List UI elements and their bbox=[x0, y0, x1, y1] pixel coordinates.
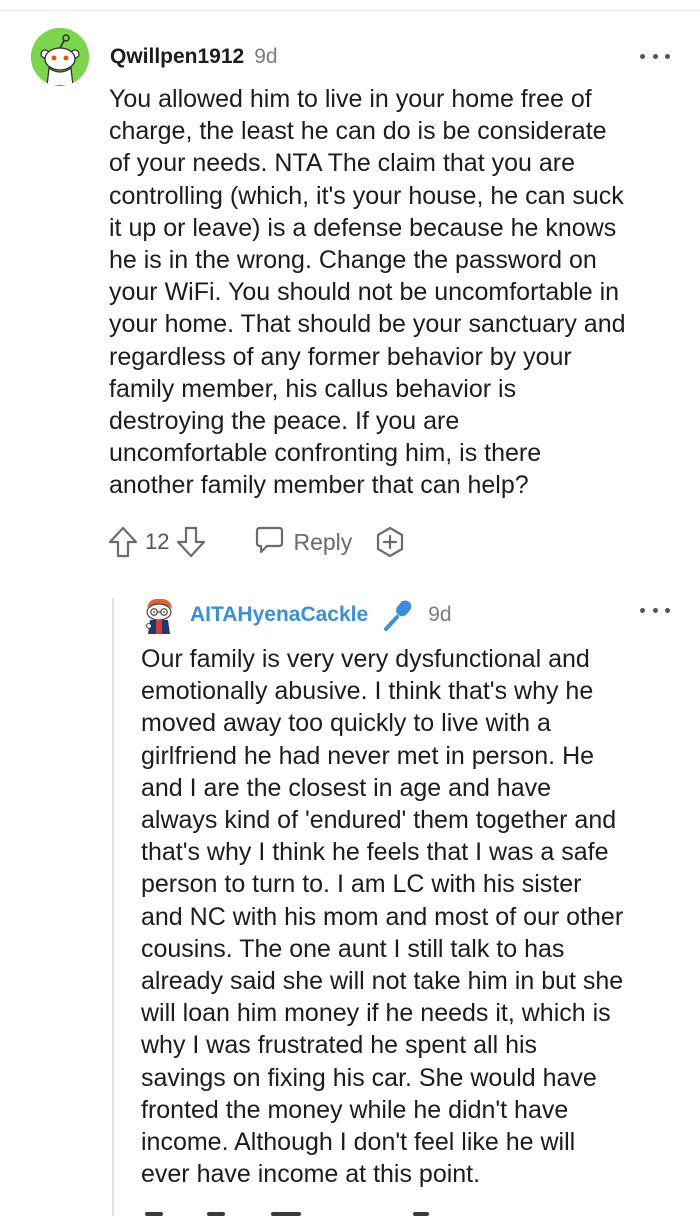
comment-line: another family member that can help? bbox=[109, 471, 529, 500]
reply-header: AITAHyenaCackle 9d bbox=[190, 598, 452, 632]
comment-line: regardless of any former behavior by you… bbox=[109, 342, 572, 371]
thread-line[interactable] bbox=[112, 598, 114, 1216]
top-divider bbox=[0, 0, 700, 11]
dot bbox=[652, 607, 658, 613]
comment-line: of your needs. NTA The claim that you ar… bbox=[109, 149, 575, 178]
reply-line: emotionally abusive. I think that's why … bbox=[141, 677, 594, 706]
reply-username[interactable]: AITAHyenaCackle bbox=[190, 603, 368, 627]
comment-body: You allowed him to live in your home fre… bbox=[109, 83, 689, 502]
comment-line: your WiFi. You should not be uncomfortab… bbox=[109, 278, 620, 307]
vote-count: 12 bbox=[145, 529, 170, 554]
reply-line: why I was frustrated he spent all his bbox=[141, 1031, 538, 1060]
reply-line: that's why I think he feels that I was a… bbox=[141, 838, 609, 867]
reply-line: and NC with his mom and most of our othe… bbox=[141, 902, 624, 931]
comment-line: destroying the peace. If you are bbox=[109, 407, 460, 436]
comment-line: it up or leave) is a defense because he … bbox=[109, 213, 617, 242]
cutoff-mark bbox=[145, 1212, 163, 1216]
comment-line: uncomfortable confronting him, is there bbox=[109, 439, 542, 468]
reply-line: Our family is very very dysfunctional an… bbox=[141, 645, 590, 673]
dot bbox=[665, 53, 670, 59]
dot bbox=[665, 607, 670, 613]
reply-line: girlfriend he had never met in person. H… bbox=[141, 741, 595, 770]
reply-line: ever have income at this point. bbox=[141, 1160, 481, 1189]
reply-actions-cutoff bbox=[141, 1206, 691, 1216]
microphone-icon bbox=[382, 598, 414, 632]
reply-line: person to turn to. I am LC with his sist… bbox=[141, 870, 582, 899]
comment-line: family member, his callus behavior is bbox=[109, 374, 517, 403]
reply-age: 9d bbox=[428, 603, 452, 626]
reply-body: Our family is very very dysfunctional an… bbox=[141, 643, 691, 1190]
reply-line: income. Although I don't feel like he wi… bbox=[141, 1128, 576, 1157]
dot bbox=[652, 53, 658, 59]
comment-age: 9d bbox=[254, 45, 278, 68]
more-options-icon[interactable] bbox=[640, 48, 670, 64]
dot bbox=[640, 607, 645, 613]
more-options-icon[interactable] bbox=[640, 602, 670, 618]
cutoff-mark bbox=[271, 1212, 301, 1216]
upvote-arrow-icon[interactable] bbox=[107, 525, 139, 559]
comment-line: your home. That should be your sanctuary… bbox=[109, 310, 626, 339]
reply-line: fronted the money while he didn't have bbox=[141, 1095, 569, 1124]
reply-line: and I are the closest in age and have bbox=[141, 773, 552, 802]
dot bbox=[640, 53, 645, 59]
comment-line: charge, the least he can do is be consid… bbox=[109, 117, 607, 146]
reply-line: cousins. The one aunt I still talk to ha… bbox=[141, 934, 565, 963]
reply-line: savings on fixing his car. She would hav… bbox=[141, 1063, 597, 1092]
custom-snoo-avatar-icon[interactable] bbox=[141, 596, 177, 636]
downvote-arrow-icon[interactable] bbox=[175, 525, 207, 559]
reply-line: moved away too quickly to live with a bbox=[141, 709, 551, 738]
comment-line: controlling (which, it's your house, he … bbox=[109, 181, 624, 210]
comment-username[interactable]: Qwillpen1912 bbox=[110, 45, 244, 69]
reddit-snoo-avatar-icon[interactable] bbox=[31, 28, 89, 86]
comment-line: You allowed him to live in your home fre… bbox=[109, 85, 592, 113]
award-plus-icon[interactable] bbox=[374, 526, 406, 558]
reply-line: already said she will not take him in bu… bbox=[141, 967, 624, 996]
comment-line: he is in the wrong. Change the password … bbox=[109, 246, 597, 275]
comment-actions: 12 Reply bbox=[107, 522, 406, 562]
reply-line: always kind of 'endured' them together a… bbox=[141, 806, 617, 835]
cutoff-mark bbox=[413, 1212, 429, 1216]
reply-bubble-icon bbox=[253, 525, 285, 560]
cutoff-mark bbox=[207, 1212, 225, 1216]
reply-line: will loan him money if he needs it, whic… bbox=[141, 999, 611, 1028]
comment-header: Qwillpen1912 9d bbox=[110, 42, 278, 72]
reply-button[interactable]: Reply bbox=[253, 525, 352, 560]
reply-label: Reply bbox=[293, 528, 353, 555]
